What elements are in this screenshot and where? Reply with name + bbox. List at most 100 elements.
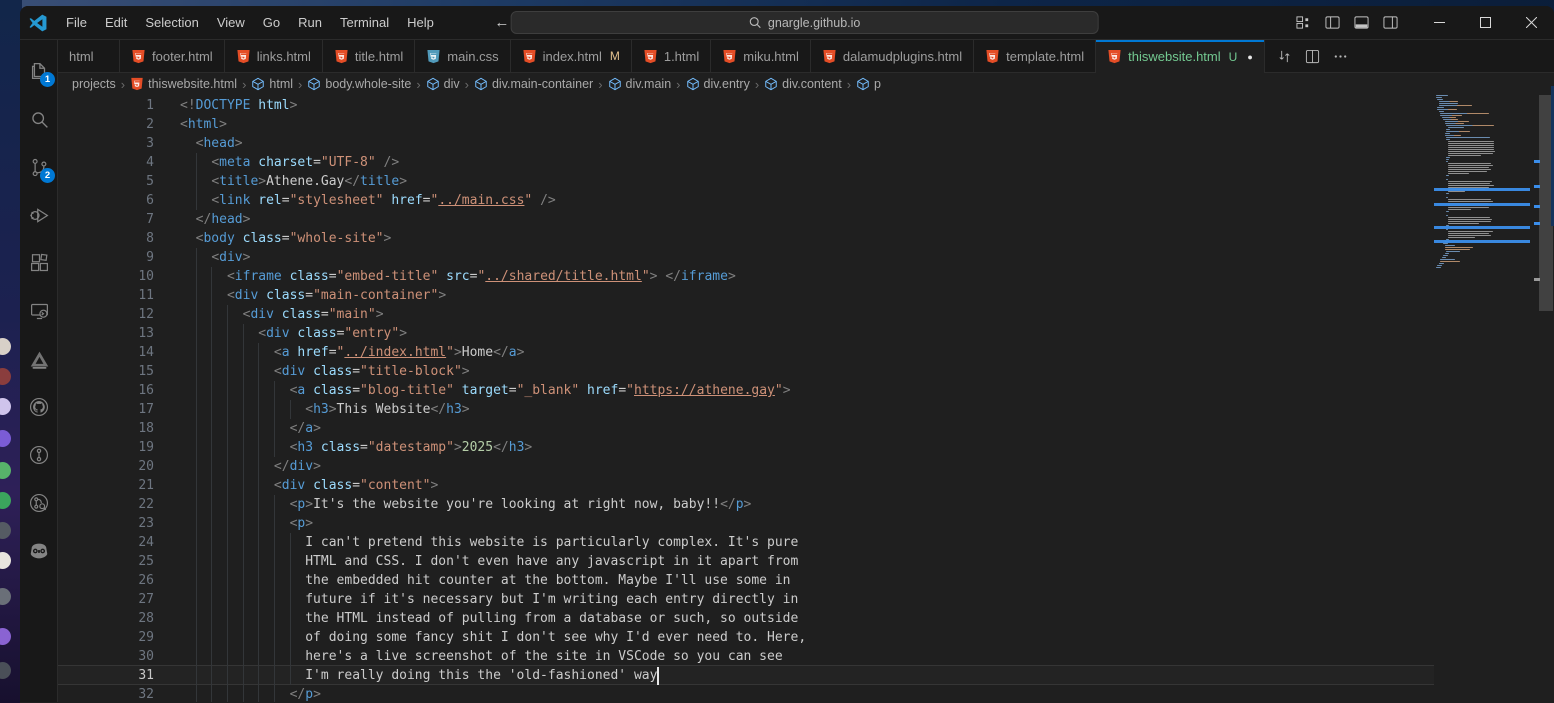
vscode-logo-icon bbox=[29, 14, 47, 32]
menu-selection[interactable]: Selection bbox=[136, 11, 207, 35]
code-editor[interactable]: 1<!DOCTYPE html>2<html>3 <head>4 <meta c… bbox=[58, 95, 1434, 702]
split-editor-icon[interactable] bbox=[1301, 44, 1325, 68]
indent-guide bbox=[196, 438, 197, 457]
indent-guide bbox=[211, 343, 212, 362]
indent-guide bbox=[243, 476, 244, 495]
indent-guide bbox=[274, 666, 275, 685]
breadcrumb-label: thiswebsite.html bbox=[148, 77, 237, 91]
godot-icon[interactable] bbox=[20, 532, 58, 570]
remote-explorer-icon[interactable] bbox=[20, 292, 58, 330]
breadcrumb-item-div-main-container[interactable]: div.main-container bbox=[474, 77, 593, 91]
menu-edit[interactable]: Edit bbox=[96, 11, 136, 35]
tab-dalamudplugins-html[interactable]: dalamudplugins.html bbox=[811, 40, 974, 73]
breadcrumb-label: html bbox=[269, 77, 293, 91]
menu-help[interactable]: Help bbox=[398, 11, 443, 35]
minimap-line bbox=[1448, 191, 1465, 192]
customize-layout-icon[interactable] bbox=[1293, 13, 1313, 33]
back-arrow-icon[interactable]: ← bbox=[491, 14, 513, 31]
desktop-app-circle bbox=[0, 588, 11, 605]
search-icon[interactable] bbox=[20, 100, 58, 138]
indent-guide bbox=[274, 533, 275, 552]
indent-guide bbox=[290, 647, 291, 666]
indent-guide bbox=[243, 438, 244, 457]
tab-html[interactable]: html bbox=[58, 40, 120, 73]
git-status-badge: M bbox=[610, 49, 620, 63]
extension-triangle-icon[interactable] bbox=[20, 340, 58, 378]
run-debug-icon[interactable] bbox=[20, 196, 58, 234]
open-changes-icon[interactable] bbox=[1273, 44, 1297, 68]
indent-guide bbox=[258, 514, 259, 533]
toggle-panel-icon[interactable] bbox=[1351, 13, 1371, 33]
explorer-icon[interactable]: 1 bbox=[20, 52, 58, 90]
tab-1-html[interactable]: 1.html bbox=[632, 40, 711, 73]
github-icon[interactable] bbox=[20, 388, 58, 426]
code-line: <div> bbox=[180, 248, 250, 267]
git-status-badge: U bbox=[1229, 50, 1238, 64]
breadcrumb-item-div[interactable]: div bbox=[426, 77, 460, 91]
tab-label: template.html bbox=[1006, 49, 1084, 64]
indent-guide bbox=[196, 514, 197, 533]
tab-label: main.css bbox=[447, 49, 498, 64]
indent-guide bbox=[243, 514, 244, 533]
menu-run[interactable]: Run bbox=[289, 11, 331, 35]
desktop-app-circle bbox=[0, 462, 11, 479]
breadcrumb-item-projects[interactable]: projects bbox=[72, 77, 116, 91]
tab-index-html[interactable]: index.htmlM bbox=[511, 40, 632, 73]
tab-footer-html[interactable]: footer.html bbox=[120, 40, 225, 73]
indent-guide bbox=[290, 666, 291, 685]
minimize-button[interactable] bbox=[1416, 6, 1462, 39]
breadcrumb-item-div-main[interactable]: div.main bbox=[608, 77, 672, 91]
desktop-app-circle bbox=[0, 368, 11, 385]
code-line: <link rel="stylesheet" href="../main.css… bbox=[180, 191, 556, 210]
breadcrumb-separator-icon: › bbox=[755, 77, 759, 92]
breadcrumb-item-p[interactable]: p bbox=[856, 77, 881, 91]
tab-links-html[interactable]: links.html bbox=[225, 40, 323, 73]
menu-go[interactable]: Go bbox=[254, 11, 289, 35]
indent-guide bbox=[196, 609, 197, 628]
toggle-secondary-sidebar-icon[interactable] bbox=[1380, 13, 1400, 33]
extensions-icon[interactable] bbox=[20, 244, 58, 282]
source-control-icon[interactable]: 2 bbox=[20, 148, 58, 186]
command-center[interactable]: gnargle.github.io bbox=[511, 11, 1099, 34]
git-graph-icon[interactable] bbox=[20, 484, 58, 522]
indent-guide bbox=[211, 438, 212, 457]
tab-main-css[interactable]: main.css bbox=[415, 40, 510, 73]
indent-guide bbox=[211, 514, 212, 533]
line-number: 14 bbox=[58, 343, 154, 362]
minimap[interactable] bbox=[1434, 95, 1534, 702]
menu-view[interactable]: View bbox=[208, 11, 254, 35]
menu-terminal[interactable]: Terminal bbox=[331, 11, 398, 35]
close-button[interactable] bbox=[1508, 6, 1554, 39]
tab-template-html[interactable]: template.html bbox=[974, 40, 1096, 73]
breadcrumb-item-html[interactable]: html bbox=[251, 77, 293, 91]
line-number: 6 bbox=[58, 191, 154, 210]
indent-guide bbox=[274, 571, 275, 590]
breadcrumb-item-div-content[interactable]: div.content bbox=[764, 77, 842, 91]
code-line: of doing some fancy shit I don't see why… bbox=[180, 628, 806, 647]
maximize-button[interactable] bbox=[1462, 6, 1508, 39]
indent-guide bbox=[211, 362, 212, 381]
tab-title-html[interactable]: title.html bbox=[323, 40, 415, 73]
tab-label: title.html bbox=[355, 49, 403, 64]
unsaved-dot-icon[interactable]: ● bbox=[1247, 52, 1252, 62]
code-line: <body class="whole-site"> bbox=[180, 229, 391, 248]
breadcrumb-item-div-entry[interactable]: div.entry bbox=[686, 77, 750, 91]
indent-guide bbox=[258, 666, 259, 685]
minimap-line bbox=[1448, 223, 1480, 224]
menu-file[interactable]: File bbox=[57, 11, 96, 35]
indent-guide bbox=[227, 305, 228, 324]
breadcrumb-label: p bbox=[874, 77, 881, 91]
gitlens-icon[interactable] bbox=[20, 436, 58, 474]
indent-guide bbox=[211, 324, 212, 343]
tab-label: miku.html bbox=[743, 49, 799, 64]
code-line: <html> bbox=[180, 115, 227, 134]
indent-guide bbox=[211, 628, 212, 647]
tab-thiswebsite-html[interactable]: thiswebsite.htmlU● bbox=[1096, 40, 1265, 73]
breadcrumb-item-thiswebsite-html[interactable]: thiswebsite.html bbox=[130, 77, 237, 91]
indent-guide bbox=[227, 343, 228, 362]
tab-miku-html[interactable]: miku.html bbox=[711, 40, 811, 73]
breadcrumb-item-body-whole-site[interactable]: body.whole-site bbox=[307, 77, 411, 91]
indent-guide bbox=[274, 514, 275, 533]
toggle-primary-sidebar-icon[interactable] bbox=[1322, 13, 1342, 33]
more-actions-icon[interactable] bbox=[1329, 44, 1353, 68]
